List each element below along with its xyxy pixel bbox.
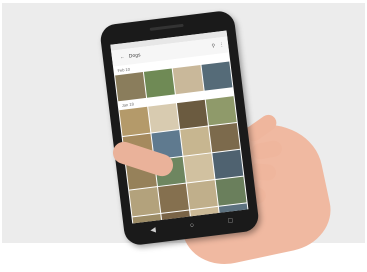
photo-thumbnail[interactable] — [119, 106, 151, 137]
photo-thumbnail[interactable] — [115, 72, 147, 102]
arrow-left-icon[interactable]: ← — [120, 54, 126, 61]
phone-speaker — [149, 23, 184, 31]
photo-sections: Feb 10 Jan 18 — [113, 52, 249, 224]
smartphone: ← Dogs ⚲ ⋮ Feb 10 Jan 18 ◀ ○ □ — [98, 9, 261, 247]
photo-thumbnail[interactable] — [129, 187, 161, 217]
photo-thumbnail[interactable] — [186, 180, 218, 210]
nav-back-icon[interactable]: ◀ — [150, 226, 156, 235]
photo-thumbnail[interactable] — [158, 183, 189, 213]
photo-thumbnail[interactable] — [205, 96, 237, 126]
photo-thumbnail[interactable] — [215, 176, 247, 206]
photo-thumbnail[interactable] — [201, 61, 233, 91]
photo-thumbnail[interactable] — [209, 122, 240, 153]
search-icon[interactable]: ⚲ — [211, 43, 215, 49]
nav-recents-icon[interactable]: □ — [228, 217, 233, 224]
photo-thumbnail[interactable] — [180, 126, 212, 156]
photo-thumbnail[interactable] — [212, 149, 244, 179]
phone-screen: ← Dogs ⚲ ⋮ Feb 10 Jan 18 — [110, 30, 249, 224]
photo-thumbnail[interactable] — [172, 64, 204, 95]
more-vert-icon[interactable]: ⋮ — [219, 42, 225, 49]
photo-thumbnail[interactable] — [183, 153, 215, 183]
nav-home-icon[interactable]: ○ — [189, 221, 194, 228]
photo-thumbnail[interactable] — [148, 103, 180, 133]
photo-thumbnail[interactable] — [143, 68, 175, 98]
photo-thumbnail[interactable] — [176, 99, 208, 129]
